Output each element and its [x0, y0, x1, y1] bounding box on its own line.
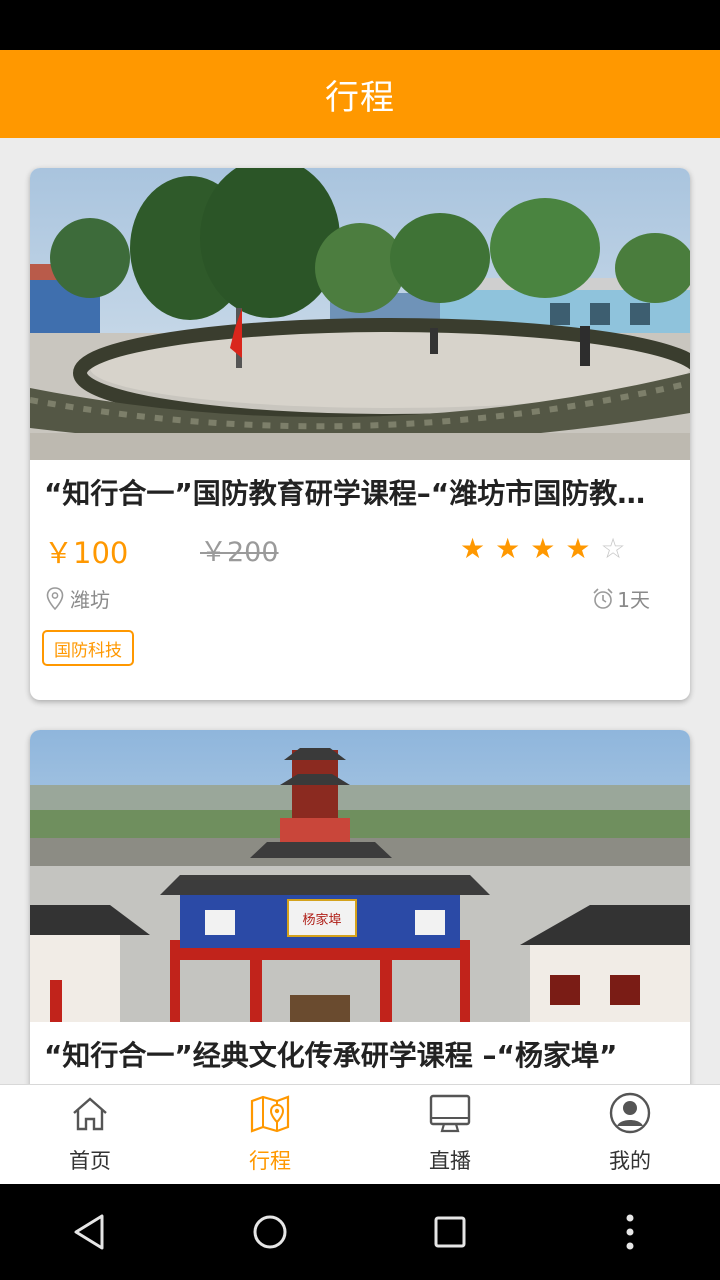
star-filled-icon: ★	[530, 532, 556, 565]
star-filled-icon: ★	[460, 532, 486, 565]
recents-button[interactable]	[420, 1202, 480, 1262]
trip-title[interactable]: “知行合一”国防教育研学课程–“潍坊市国防教育基地”	[44, 472, 664, 512]
back-triangle-icon	[74, 1214, 104, 1250]
status-bar	[0, 0, 720, 50]
more-dots-icon	[626, 1214, 634, 1250]
more-button[interactable]	[600, 1202, 660, 1262]
photo-traditional-archway: 杨家埠	[30, 730, 690, 1022]
trip-card[interactable]: “知行合一”国防教育研学课程–“潍坊市国防教育基地” ￥100 ￥200 ★ ★…	[30, 168, 690, 700]
home-circle-icon	[253, 1215, 287, 1249]
map-pin-icon	[250, 1095, 290, 1133]
star-rating: ★ ★ ★ ★ ☆	[460, 534, 626, 564]
nav-item-trip[interactable]: 行程	[180, 1085, 360, 1185]
duration-label: 1天	[617, 588, 650, 612]
bottom-nav: 首页 行程 直播 我的	[0, 1084, 720, 1185]
home-icon	[73, 1097, 107, 1131]
nav-item-live[interactable]: 直播	[360, 1085, 540, 1185]
location: 潍坊	[46, 584, 110, 613]
nav-label-home: 首页	[69, 1149, 111, 1173]
location-pin-icon	[46, 586, 64, 610]
trip-list[interactable]: “知行合一”国防教育研学课程–“潍坊市国防教育基地” ￥100 ￥200 ★ ★…	[0, 138, 720, 1084]
archway-plaque: 杨家埠	[302, 912, 341, 928]
star-filled-icon: ★	[495, 532, 521, 565]
system-nav-bar	[0, 1184, 720, 1280]
nav-label-live: 直播	[429, 1149, 471, 1173]
nav-label-mine: 我的	[609, 1149, 651, 1173]
category-tag-label: 国防科技	[54, 640, 122, 661]
category-tag: 国防科技	[42, 630, 134, 666]
user-icon	[609, 1092, 651, 1134]
trip-image[interactable]: 杨家埠	[30, 730, 690, 1022]
home-button[interactable]	[240, 1202, 300, 1262]
trip-card[interactable]: 杨家埠 “知行合一”经典文化传承研学课程 –“杨家埠”	[30, 730, 690, 1084]
trip-image[interactable]	[30, 168, 690, 460]
duration: 1天	[591, 584, 650, 613]
original-price: ￥200	[200, 537, 279, 568]
location-label: 潍坊	[70, 588, 110, 612]
page-title: 行程	[325, 77, 395, 118]
back-button[interactable]	[60, 1202, 120, 1262]
nav-label-trip: 行程	[249, 1149, 291, 1173]
nav-item-home[interactable]: 首页	[0, 1085, 180, 1185]
trip-title[interactable]: “知行合一”经典文化传承研学课程 –“杨家埠”	[44, 1034, 664, 1074]
star-empty-icon: ☆	[600, 532, 626, 565]
nav-item-mine[interactable]: 我的	[540, 1085, 720, 1185]
photo-military-training-circle	[30, 168, 690, 460]
star-filled-icon: ★	[565, 532, 591, 565]
current-price: ￥100	[44, 536, 129, 570]
recents-square-icon	[434, 1216, 466, 1248]
app-header: 行程	[0, 50, 720, 138]
monitor-icon	[429, 1094, 471, 1133]
alarm-clock-icon	[593, 587, 613, 609]
